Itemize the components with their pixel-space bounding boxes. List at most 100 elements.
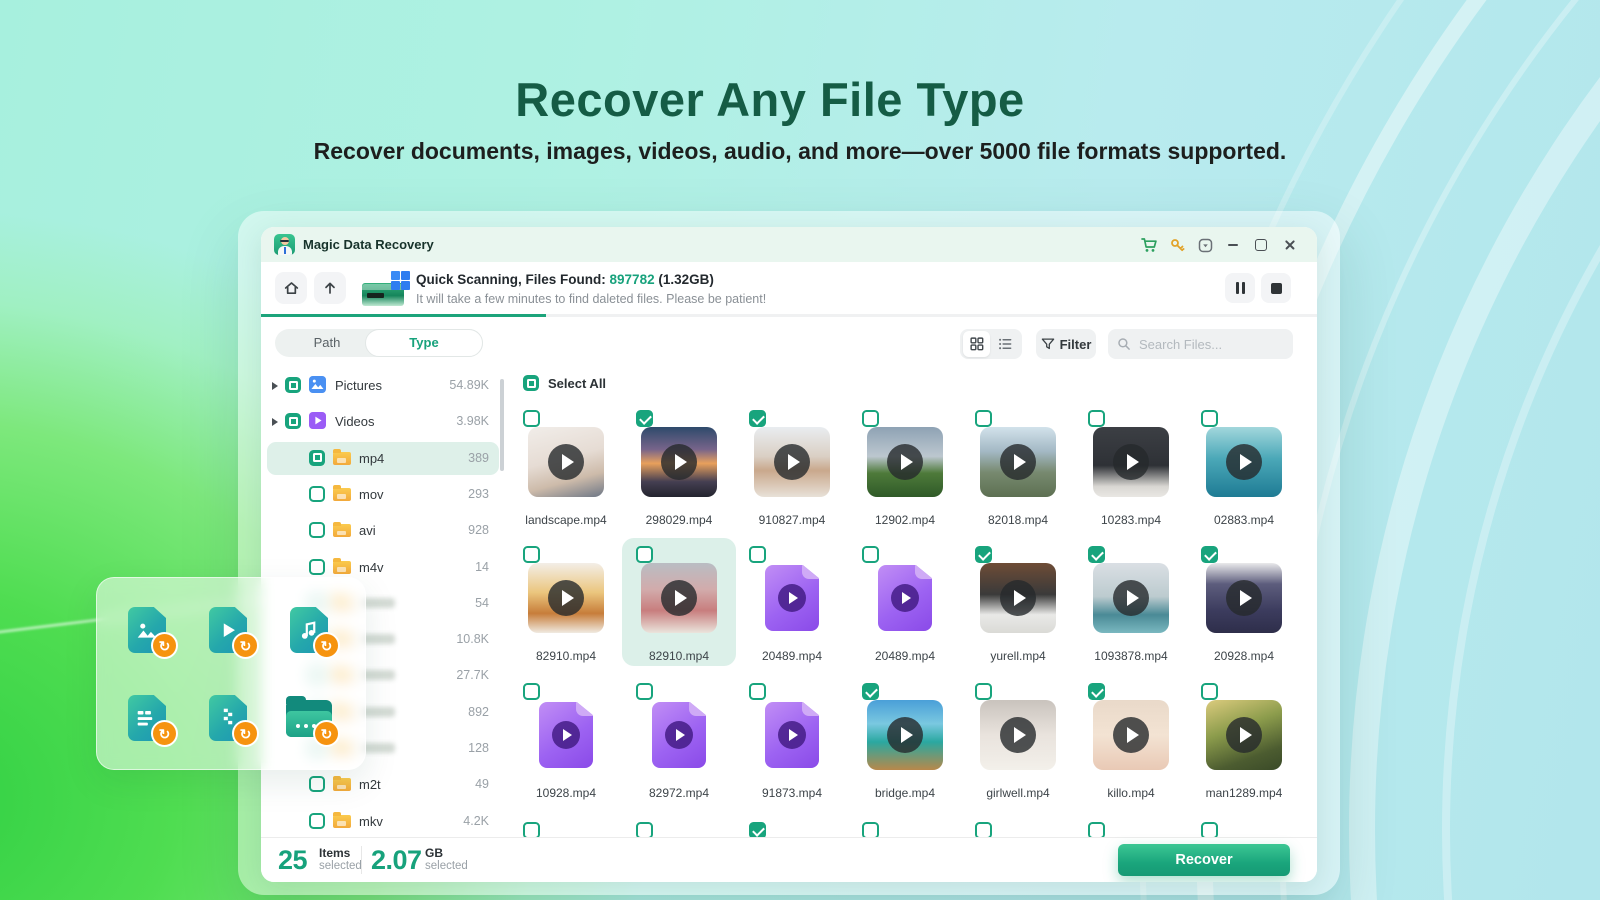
video-thumbnail[interactable] (980, 427, 1056, 497)
file-card[interactable]: 82018.mp4 (965, 410, 1071, 530)
file-checkbox[interactable] (749, 822, 766, 838)
video-thumbnail[interactable] (1093, 563, 1169, 633)
file-card[interactable]: girlwell.mp4 (965, 683, 1071, 803)
tree-checkbox[interactable] (309, 522, 325, 538)
select-all[interactable]: Select All (523, 374, 606, 392)
tree-item-m2t[interactable]: m2t49 (267, 768, 499, 801)
grid-view-icon[interactable] (963, 331, 990, 357)
video-thumbnail[interactable] (1093, 427, 1169, 497)
caret-icon[interactable] (272, 382, 278, 390)
minimize-button[interactable] (1223, 235, 1243, 255)
up-button[interactable] (314, 272, 346, 304)
tree-checkbox[interactable] (285, 377, 301, 393)
file-checkbox[interactable] (523, 822, 540, 838)
video-thumbnail[interactable] (980, 563, 1056, 633)
file-card[interactable]: 12902.mp4 (852, 410, 958, 530)
key-icon[interactable] (1167, 235, 1187, 255)
file-checkbox[interactable] (749, 410, 766, 427)
file-card[interactable]: 91873.mp4 (739, 683, 845, 803)
filter-button[interactable]: Filter (1036, 329, 1096, 359)
file-checkbox[interactable] (975, 683, 992, 700)
file-checkbox[interactable] (636, 546, 653, 563)
pause-button[interactable] (1225, 273, 1255, 303)
file-checkbox[interactable] (1201, 410, 1218, 427)
video-file-icon[interactable] (539, 702, 593, 768)
file-checkbox[interactable] (862, 410, 879, 427)
file-checkbox[interactable] (749, 683, 766, 700)
video-thumbnail[interactable] (867, 427, 943, 497)
cart-icon[interactable] (1139, 235, 1159, 255)
file-card[interactable]: 298029.mp4 (626, 410, 732, 530)
file-checkbox[interactable] (1088, 822, 1105, 838)
video-file-icon[interactable] (765, 702, 819, 768)
file-checkbox[interactable] (636, 410, 653, 427)
file-card[interactable]: 1093878.mp4 (1078, 546, 1184, 666)
file-checkbox[interactable] (975, 410, 992, 427)
file-checkbox[interactable] (975, 546, 992, 563)
file-card[interactable]: 10283.mp4 (1078, 410, 1184, 530)
select-all-checkbox[interactable] (523, 375, 539, 391)
sidebar-scrollbar[interactable] (500, 379, 504, 471)
file-card[interactable]: 82972.mp4 (626, 683, 732, 803)
tree-item-mkv[interactable]: mkv4.2K (267, 805, 499, 838)
file-checkbox[interactable] (862, 822, 879, 838)
pin-window-icon[interactable] (1195, 235, 1215, 255)
file-checkbox[interactable] (1201, 546, 1218, 563)
tab-path[interactable]: Path (275, 329, 379, 357)
file-card[interactable]: man1289.mp4 (1191, 683, 1297, 803)
file-card[interactable]: killo.mp4 (1078, 683, 1184, 803)
stop-button[interactable] (1261, 273, 1291, 303)
tab-type[interactable]: Type (365, 329, 483, 357)
file-checkbox[interactable] (975, 822, 992, 838)
file-card[interactable]: 10928.mp4 (513, 683, 619, 803)
tree-checkbox[interactable] (309, 559, 325, 575)
file-card[interactable]: landscape.mp4 (513, 410, 619, 530)
file-card[interactable]: 82910.mp4 (513, 546, 619, 666)
file-checkbox[interactable] (523, 410, 540, 427)
video-thumbnail[interactable] (754, 427, 830, 497)
file-checkbox[interactable] (1088, 683, 1105, 700)
video-file-icon[interactable] (878, 565, 932, 631)
close-button[interactable] (1280, 235, 1300, 255)
video-file-icon[interactable] (765, 565, 819, 631)
tree-item-videos[interactable]: Videos3.98K (267, 405, 499, 438)
tree-checkbox[interactable] (309, 486, 325, 502)
caret-icon[interactable] (272, 418, 278, 426)
tree-item-mov[interactable]: mov293 (267, 478, 499, 511)
file-checkbox[interactable] (636, 822, 653, 838)
video-thumbnail[interactable] (641, 427, 717, 497)
video-thumbnail[interactable] (1093, 700, 1169, 770)
tree-item-avi[interactable]: avi928 (267, 514, 499, 547)
video-thumbnail[interactable] (1206, 700, 1282, 770)
file-checkbox[interactable] (636, 683, 653, 700)
file-checkbox[interactable] (523, 683, 540, 700)
file-card[interactable]: 20489.mp4 (739, 546, 845, 666)
video-thumbnail[interactable] (641, 563, 717, 633)
home-button[interactable] (275, 272, 307, 304)
video-thumbnail[interactable] (528, 563, 604, 633)
file-checkbox[interactable] (862, 546, 879, 563)
file-card[interactable]: bridge.mp4 (852, 683, 958, 803)
maximize-button[interactable] (1251, 235, 1271, 255)
file-card[interactable]: 82910.mp4 (626, 546, 732, 666)
file-card[interactable]: 02883.mp4 (1191, 410, 1297, 530)
file-checkbox[interactable] (749, 546, 766, 563)
tree-checkbox[interactable] (309, 813, 325, 829)
file-checkbox[interactable] (1201, 822, 1218, 838)
tree-checkbox[interactable] (309, 450, 325, 466)
tree-item-mp4[interactable]: mp4389 (267, 442, 499, 475)
file-checkbox[interactable] (523, 546, 540, 563)
file-card[interactable]: yurell.mp4 (965, 546, 1071, 666)
file-card[interactable]: 20928.mp4 (1191, 546, 1297, 666)
file-card[interactable]: 910827.mp4 (739, 410, 845, 530)
file-card[interactable]: 20489.mp4 (852, 546, 958, 666)
recover-button[interactable]: Recover (1118, 844, 1290, 876)
video-thumbnail[interactable] (867, 700, 943, 770)
file-checkbox[interactable] (862, 683, 879, 700)
file-checkbox[interactable] (1088, 410, 1105, 427)
tree-item-pictures[interactable]: Pictures54.89K (267, 369, 499, 402)
video-thumbnail[interactable] (528, 427, 604, 497)
video-file-icon[interactable] (652, 702, 706, 768)
video-thumbnail[interactable] (980, 700, 1056, 770)
search-input[interactable] (1137, 336, 1281, 353)
